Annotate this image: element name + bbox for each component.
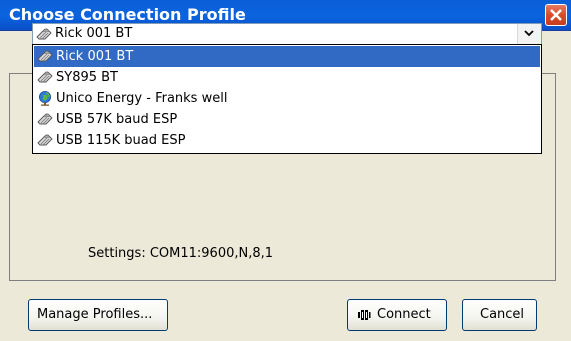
- connection-profile-dialog: Choose Connection Profile Rick 001 BT Ri…: [0, 0, 571, 341]
- connection-plug-icon: [37, 71, 53, 83]
- connection-plug-icon: [36, 28, 52, 40]
- list-item-label: SY895 BT: [56, 70, 118, 85]
- list-item-label: Unico Energy - Franks well: [56, 91, 228, 106]
- list-item-label: USB 115K buad ESP: [56, 133, 186, 148]
- cancel-button[interactable]: Cancel: [462, 299, 537, 331]
- profile-option-usb-57k[interactable]: USB 57K baud ESP: [34, 109, 540, 130]
- connect-label: Connect: [377, 307, 431, 322]
- connection-plug-icon: [37, 113, 53, 125]
- profile-option-usb-115k[interactable]: USB 115K buad ESP: [34, 130, 540, 151]
- manage-profiles-label: Manage Profiles...: [37, 307, 153, 322]
- connection-plug-icon: [37, 50, 53, 62]
- globe-icon: [39, 91, 51, 106]
- close-button[interactable]: [545, 4, 567, 26]
- profile-option-sy895-bt[interactable]: SY895 BT: [34, 67, 540, 88]
- connect-icon: [358, 310, 371, 320]
- chevron-down-icon: [524, 30, 534, 37]
- profile-option-rick-001-bt[interactable]: Rick 001 BT: [34, 46, 540, 67]
- manage-profiles-button[interactable]: Manage Profiles...: [28, 299, 168, 331]
- profile-dropdown-list: Rick 001 BT SY895 BT Unico Energy - Fran…: [32, 44, 542, 154]
- connection-plug-icon: [37, 134, 53, 146]
- profile-combobox[interactable]: Rick 001 BT: [32, 23, 542, 45]
- list-item-label: USB 57K baud ESP: [56, 112, 178, 127]
- close-icon: [550, 9, 562, 21]
- selected-profile: Rick 001 BT: [55, 26, 133, 41]
- list-item-label: Rick 001 BT: [56, 49, 134, 64]
- cancel-label: Cancel: [480, 307, 525, 322]
- settings-text: Settings: COM11:9600,N,8,1: [88, 246, 274, 261]
- dropdown-arrow-button[interactable]: [517, 24, 541, 44]
- profile-option-unico-energy[interactable]: Unico Energy - Franks well: [34, 88, 540, 109]
- connect-button[interactable]: Connect: [347, 299, 447, 331]
